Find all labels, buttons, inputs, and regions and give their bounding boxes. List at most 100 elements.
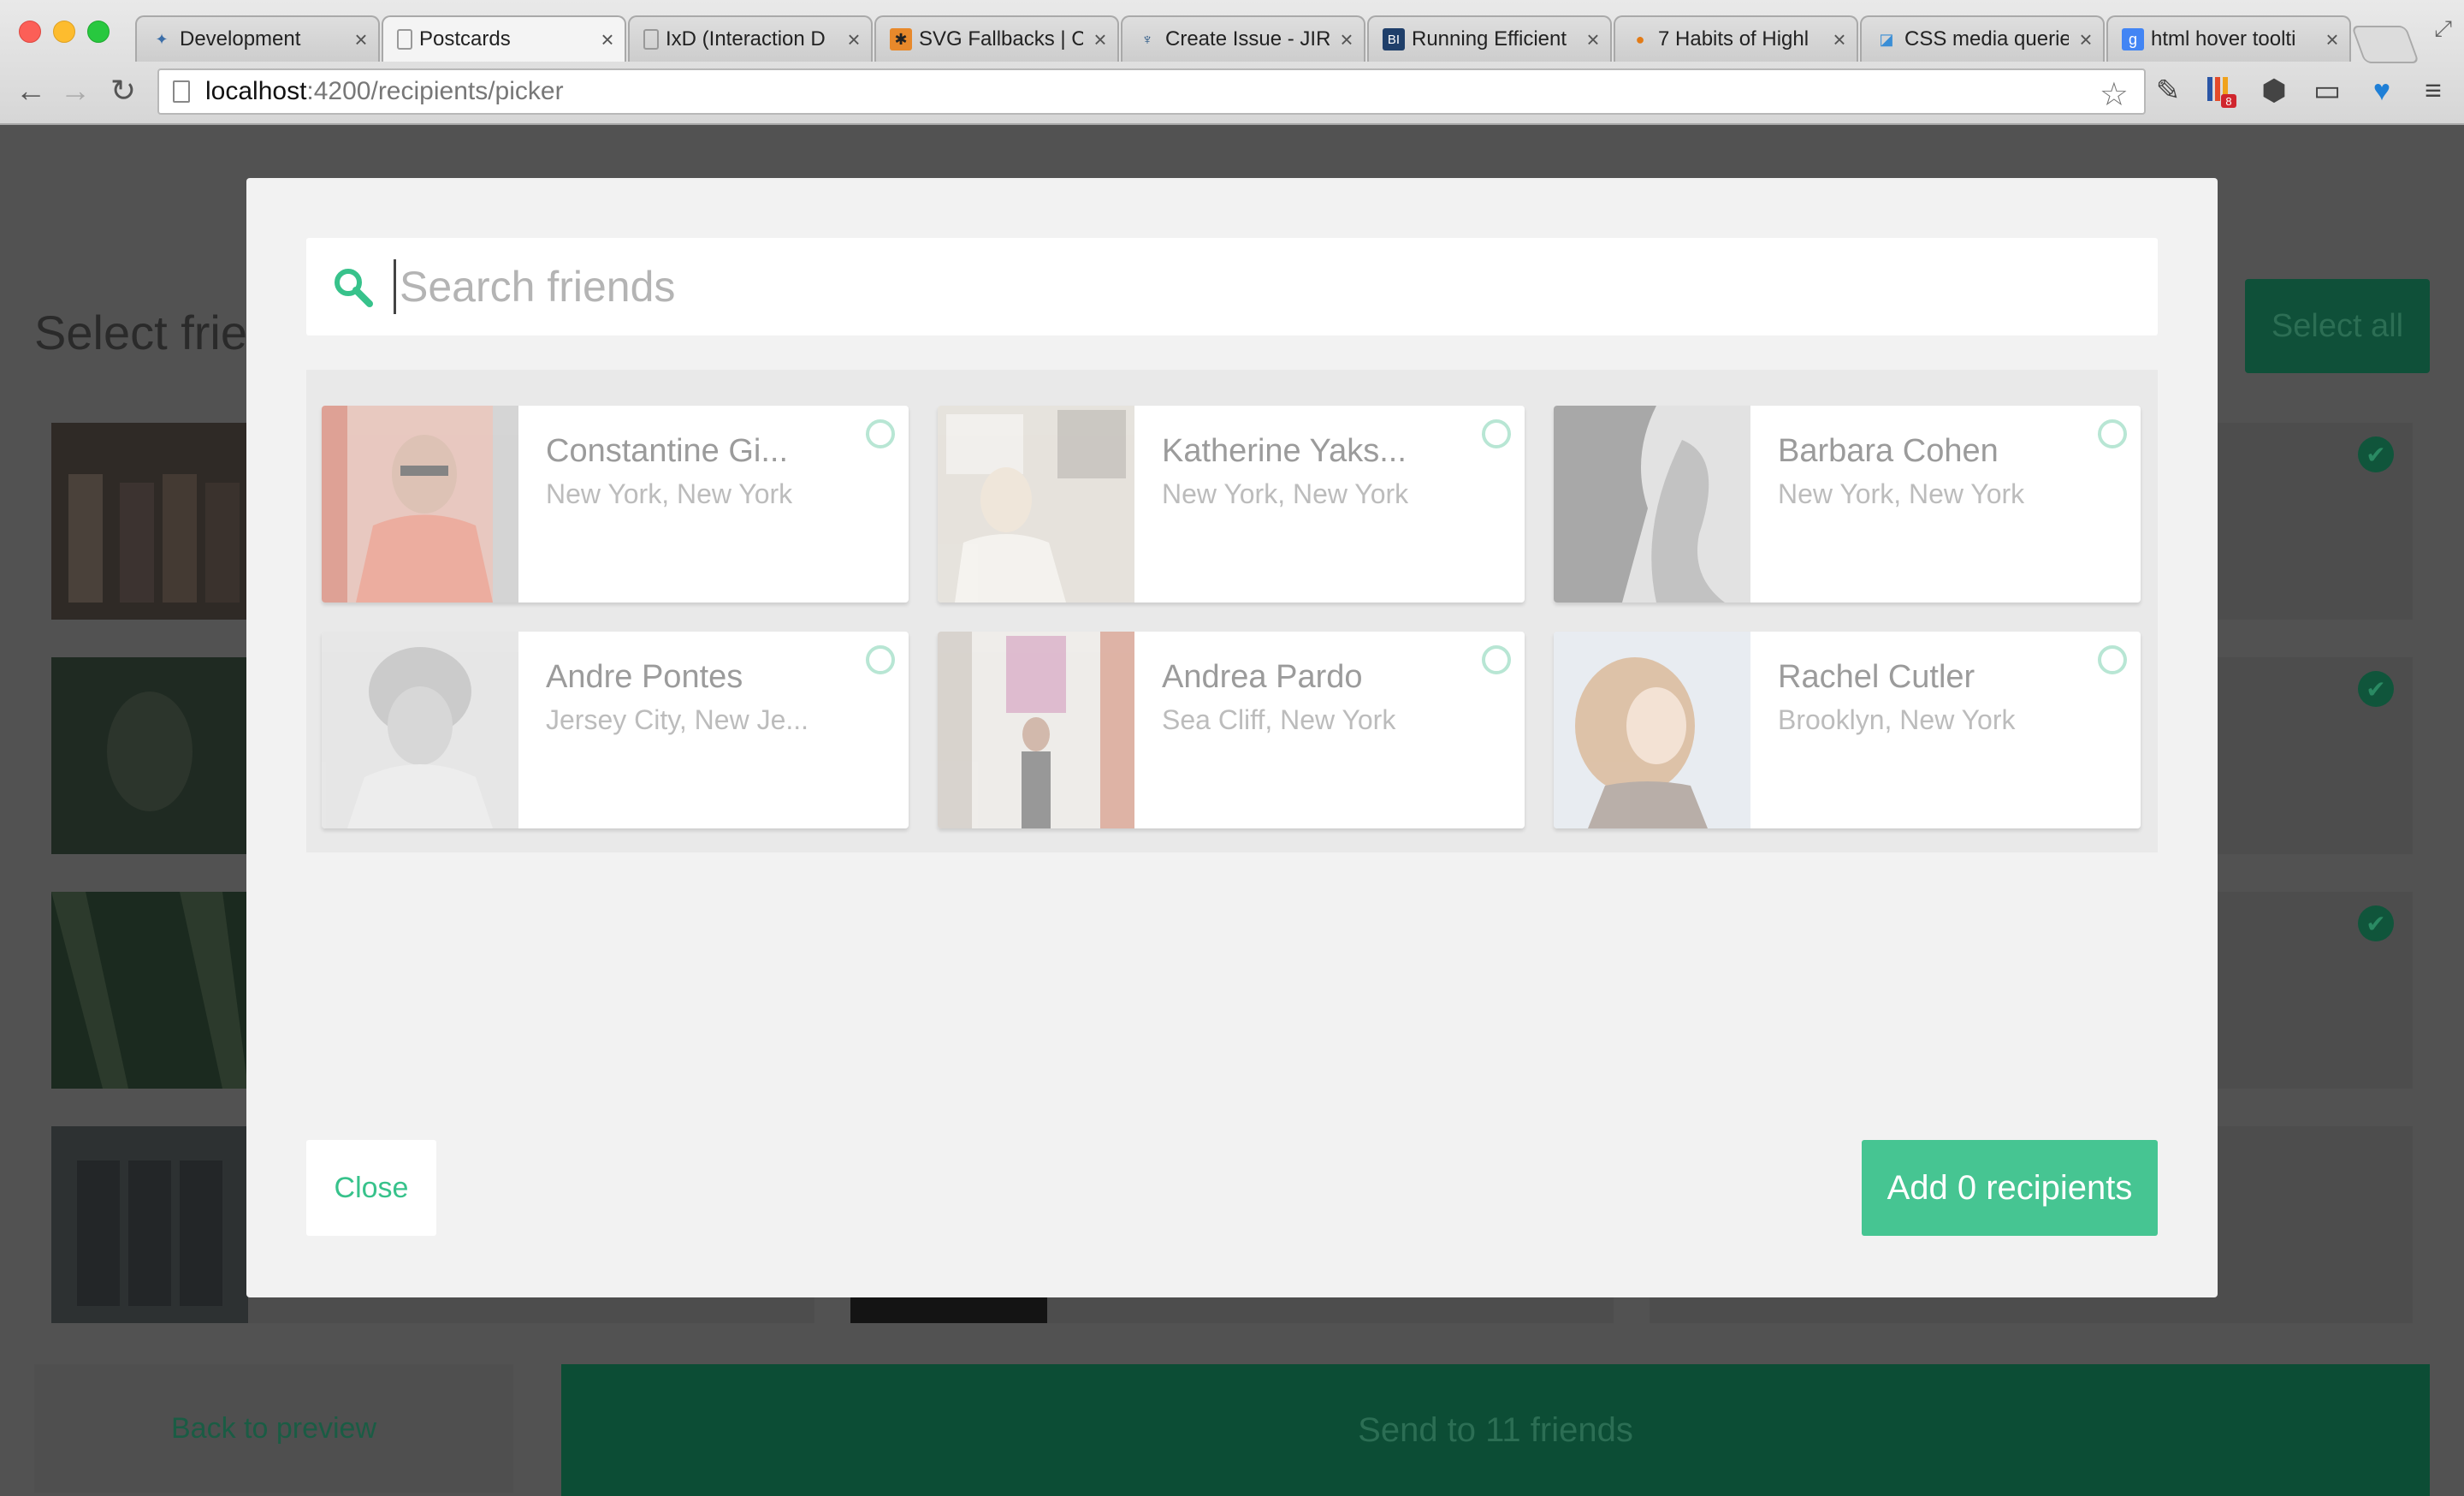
reload-icon[interactable]: ↻ xyxy=(104,72,142,110)
select-radio[interactable] xyxy=(1482,645,1511,674)
back-to-preview-button[interactable]: Back to preview xyxy=(34,1364,513,1493)
tab-title: IxD (Interaction D xyxy=(666,27,826,50)
friend-card[interactable]: Katherine Yaks... New York, New York xyxy=(938,406,1525,603)
recipient-picker-modal: Constantine Gi...New York, New YorkKathe… xyxy=(246,178,2218,1297)
close-button[interactable]: Close xyxy=(306,1140,436,1236)
heart-pin-icon[interactable]: ♥ xyxy=(2363,72,2401,110)
tab-close-icon[interactable]: × xyxy=(1083,27,1117,53)
tab-close-icon[interactable]: × xyxy=(590,27,625,53)
select-radio[interactable] xyxy=(2098,645,2127,674)
extension-bars-icon[interactable]: 8 xyxy=(2202,72,2240,110)
tab-close-icon[interactable]: × xyxy=(1576,27,1610,53)
friend-location: New York, New York xyxy=(1162,478,1409,509)
page-title: Select frien xyxy=(34,306,275,359)
tab-title: CSS media querie xyxy=(1904,27,2069,50)
browser-tab[interactable]: ● 7 Habits of Highl × xyxy=(1614,15,1858,62)
back-arrow-icon[interactable]: ← xyxy=(12,72,50,110)
browser-chrome: ✦ Development × Postcards × IxD (Interaction … xyxy=(0,0,2464,125)
bookmark-star-icon[interactable]: ☆ xyxy=(2100,75,2129,114)
friend-info: Katherine Yaks... New York, New York xyxy=(1162,433,1453,510)
extension-icon[interactable]: ✎ xyxy=(2149,72,2187,110)
friend-card[interactable]: Andre Pontes Jersey City, New Je... xyxy=(322,632,909,828)
css-icon: ◪ xyxy=(1879,30,1894,48)
browser-tab[interactable]: Postcards × xyxy=(382,15,626,62)
friend-name: Katherine Yaks... xyxy=(1162,433,1407,469)
google-icon: g xyxy=(2122,28,2144,50)
select-radio[interactable] xyxy=(866,419,895,448)
friend-photo xyxy=(322,406,518,603)
friend-info: Barbara Cohen New York, New York xyxy=(1778,433,2069,510)
friend-name: Constantine Gi... xyxy=(546,433,789,469)
tab-close-icon[interactable]: × xyxy=(2069,27,2103,53)
tab-close-icon[interactable]: × xyxy=(1330,27,1364,53)
fullscreen-icon[interactable]: ⤢ xyxy=(2434,15,2452,43)
friend-info: Constantine Gi... New York, New York xyxy=(546,433,837,510)
select-radio[interactable] xyxy=(1482,419,1511,448)
hexagon-icon[interactable]: ⬢ xyxy=(2255,72,2293,110)
url-path: :4200/recipients/picker xyxy=(306,77,564,105)
new-tab-button[interactable] xyxy=(2350,26,2420,63)
tab-title: Create Issue - JIR xyxy=(1165,27,1330,50)
window-close-button[interactable] xyxy=(19,21,41,43)
friends-grid: Constantine Gi... New York, New York Kathe… xyxy=(322,406,2141,852)
page-icon xyxy=(397,29,412,50)
bg-friend-photo xyxy=(51,657,248,854)
browser-tab[interactable]: IxD (Interaction D × xyxy=(628,15,873,62)
tab-title: Development xyxy=(180,27,301,50)
window-zoom-button[interactable] xyxy=(87,21,110,43)
friend-photo xyxy=(938,406,1134,603)
browser-tab[interactable]: ◪ CSS media querie × xyxy=(1860,15,2105,62)
bg-friend-photo xyxy=(51,423,248,620)
address-bar[interactable]: localhost:4200/recipients/picker ☆ xyxy=(157,68,2146,115)
friend-card[interactable]: Barbara Cohen New York, New York xyxy=(1554,406,2141,603)
select-radio[interactable] xyxy=(2098,419,2127,448)
friend-location: Brooklyn, New York xyxy=(1778,704,2016,735)
bi-icon: BI xyxy=(1383,28,1405,50)
search-icon xyxy=(335,269,373,307)
selected-check-icon[interactable]: ✔ xyxy=(2358,436,2394,472)
friend-name: Rachel Cutler xyxy=(1778,659,1975,695)
asterisk-icon: ✱ xyxy=(890,28,912,50)
tab-title: html hover toolti xyxy=(2151,27,2296,50)
tab-close-icon[interactable]: × xyxy=(837,27,871,53)
cast-icon[interactable]: ▭ xyxy=(2308,72,2346,110)
select-all-button[interactable]: Select all xyxy=(2245,279,2430,373)
tab-title: Running Efficient xyxy=(1412,27,1567,50)
browser-tab[interactable]: ✱ SVG Fallbacks | C × xyxy=(874,15,1119,62)
page-icon xyxy=(173,80,190,103)
forward-arrow-icon[interactable]: → xyxy=(56,72,94,110)
friend-info: Andrea Pardo Sea Cliff, New York xyxy=(1162,659,1453,736)
tab-close-icon[interactable]: × xyxy=(344,27,378,53)
bg-friend-photo xyxy=(51,1126,248,1323)
url-host: localhost xyxy=(205,77,307,105)
select-radio[interactable] xyxy=(866,645,895,674)
bg-friend-photo xyxy=(51,892,248,1089)
friend-photo xyxy=(1554,406,1750,603)
friend-card[interactable]: Rachel Cutler Brooklyn, New York xyxy=(1554,632,2141,828)
friend-location: New York, New York xyxy=(546,478,793,509)
add-recipients-button[interactable]: Add 0 recipients xyxy=(1862,1140,2158,1236)
browser-tab[interactable]: ✦ Development × xyxy=(135,15,380,62)
menu-icon[interactable]: ≡ xyxy=(2414,72,2452,110)
window-minimize-button[interactable] xyxy=(53,21,75,43)
friend-card[interactable]: Constantine Gi... New York, New York xyxy=(322,406,909,603)
browser-tab[interactable]: BI Running Efficient × xyxy=(1367,15,1612,62)
friend-photo xyxy=(1554,632,1750,828)
selected-check-icon[interactable]: ✔ xyxy=(2358,905,2394,941)
friend-photo xyxy=(322,632,518,828)
browser-tab[interactable]: g html hover toolti × xyxy=(2106,15,2351,62)
friend-info: Andre Pontes Jersey City, New Je... xyxy=(546,659,837,736)
search-input[interactable] xyxy=(394,259,2027,314)
friends-list[interactable]: Constantine Gi... New York, New York Kathe… xyxy=(306,370,2158,852)
tab-close-icon[interactable]: × xyxy=(2315,27,2349,53)
browser-tab[interactable]: ♆ Create Issue - JIR × xyxy=(1121,15,1365,62)
send-button[interactable]: Send to 11 friends xyxy=(561,1364,2430,1496)
tab-close-icon[interactable]: × xyxy=(1822,27,1857,53)
friend-location: Jersey City, New Je... xyxy=(546,704,809,735)
friend-card[interactable]: Andrea Pardo Sea Cliff, New York xyxy=(938,632,1525,828)
friend-location: New York, New York xyxy=(1778,478,2025,509)
development-icon: ✦ xyxy=(155,30,169,48)
extension-badge: 8 xyxy=(2225,95,2231,108)
selected-check-icon[interactable]: ✔ xyxy=(2358,671,2394,707)
search-box xyxy=(306,238,2158,335)
